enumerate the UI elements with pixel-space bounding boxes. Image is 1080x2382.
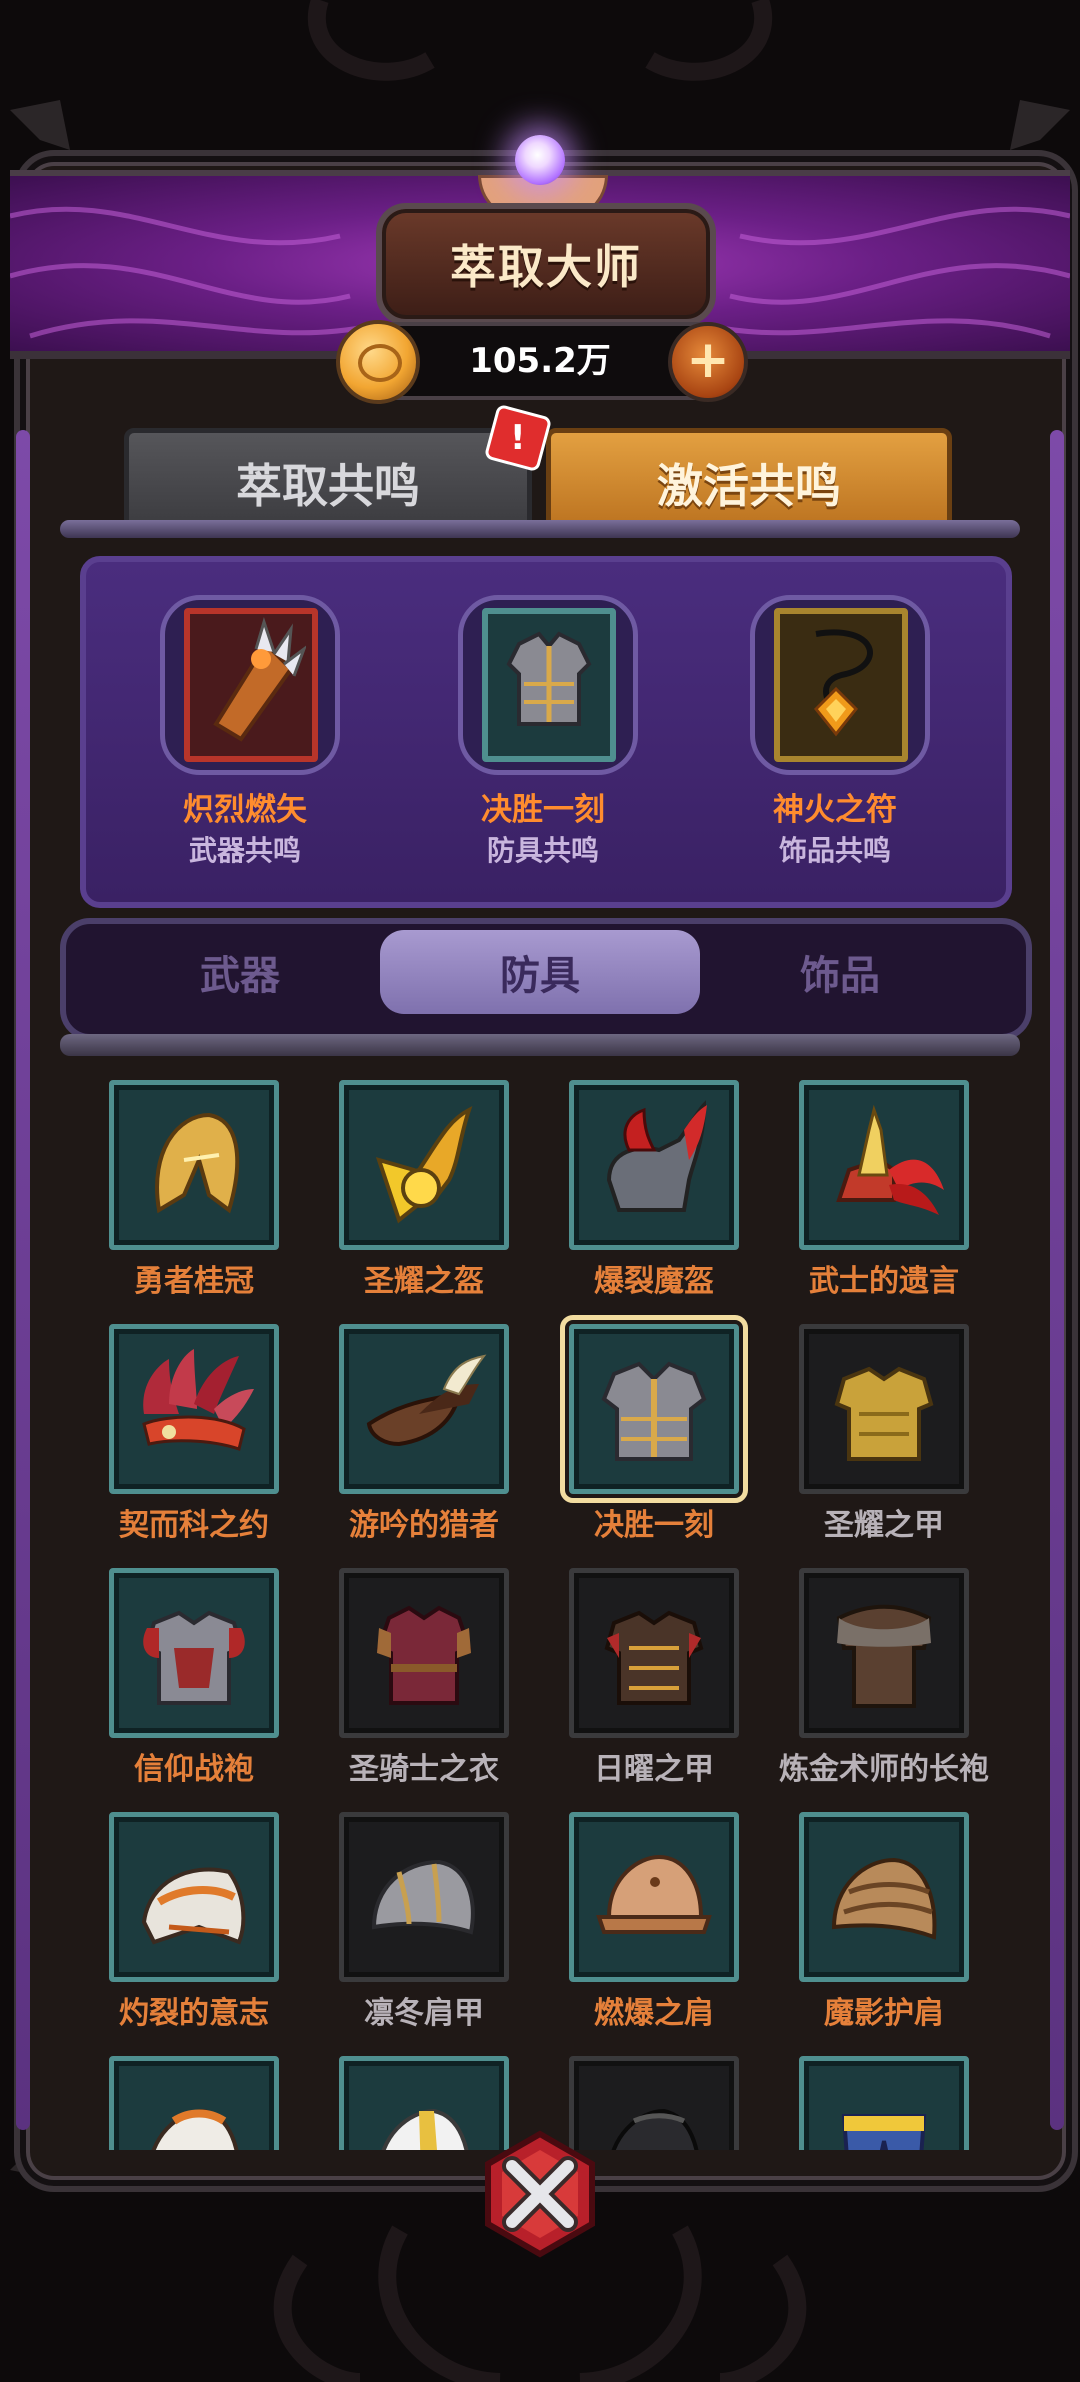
breastplate-icon [506, 631, 592, 726]
golden-helmet-icon [155, 1112, 240, 1214]
resonance-type: 饰品共鸣 [778, 834, 891, 867]
sun-armor-icon [604, 1610, 704, 1705]
resonance-slot-armor[interactable]: 决胜一刻 防具共鸣 [428, 580, 658, 869]
winter-pauldron-icon [371, 1859, 475, 1935]
item-slot[interactable]: 炼金术师的长袍 [769, 1568, 999, 1788]
resonance-slot-weapon[interactable]: 炽烈燃矢 武器共鸣 [130, 580, 360, 869]
tab-armor[interactable]: 防具 [380, 930, 700, 1014]
item-name: 炼金术师的长袍 [779, 1752, 989, 1787]
red-armor-icon [143, 1610, 245, 1705]
item-name: 凛冬肩甲 [364, 1996, 484, 2031]
add-currency-button[interactable]: + [668, 322, 748, 402]
item-slot[interactable]: 契而科之约 [79, 1324, 309, 1544]
resonance-name: 决胜一刻 [481, 792, 605, 828]
item-slot[interactable]: 信仰战袍 [79, 1568, 309, 1788]
page-title: 萃取大师 [450, 240, 642, 294]
resonance-slot-accessory[interactable]: 神火之符 饰品共鸣 [720, 580, 950, 869]
item-slot[interactable]: 灼裂的意志 [79, 1812, 309, 2032]
item-slot-selected[interactable]: 决胜一刻 [539, 1315, 769, 1544]
resonance-type: 防具共鸣 [486, 834, 599, 867]
samurai-helmet-icon [836, 1104, 944, 1215]
item-name: 圣耀之甲 [824, 1508, 944, 1543]
gold-coin-icon [336, 320, 420, 404]
item-grid: 勇者桂冠 圣耀之盔 爆裂魔盔 武士的遗言 契而科之约 游吟的猎者 决胜一刻 圣耀… [50, 1060, 1030, 2150]
flame-pauldron-icon [141, 1867, 246, 1945]
item-slot[interactable]: 游吟的猎者 [309, 1324, 539, 1544]
pants-icon [841, 2114, 927, 2150]
item-slot[interactable]: 勇者桂冠 [79, 1080, 309, 1300]
tab-divider [60, 520, 1020, 538]
item-slot[interactable]: 圣耀之甲 [769, 1324, 999, 1544]
shadow-pauldron-icon [831, 1857, 937, 1940]
paladin-tunic-icon [376, 1605, 472, 1705]
tab-weapons[interactable]: 武器 [120, 930, 360, 1014]
demon-helmet-icon [606, 1100, 707, 1212]
title-plaque: 萃取大师 [376, 203, 716, 325]
item-name: 决胜一刻 [594, 1508, 714, 1543]
resonance-name: 炽烈燃矢 [183, 792, 307, 828]
item-name: 勇者桂冠 [134, 1264, 254, 1299]
frame-right-trim [1050, 430, 1064, 2130]
resonance-type: 武器共鸣 [188, 834, 301, 867]
item-slot[interactable]: 圣耀之盔 [309, 1080, 539, 1300]
silver-pauldron-icon [381, 2108, 469, 2150]
item-slot[interactable] [769, 2056, 999, 2150]
amulet-icon [813, 629, 873, 737]
item-name: 游吟的猎者 [349, 1508, 499, 1543]
item-name: 魔影护肩 [824, 1996, 944, 2031]
exclamation-icon: ! [510, 417, 526, 458]
item-name: 爆裂魔盔 [594, 1264, 714, 1299]
currency-amount: 105.2万 [469, 341, 611, 381]
hunter-hat-icon [366, 1354, 487, 1447]
item-name: 圣骑士之衣 [349, 1752, 499, 1787]
item-name: 武士的遗言 [809, 1264, 959, 1299]
item-name: 信仰战袍 [134, 1752, 254, 1787]
resonance-name: 神火之符 [773, 792, 897, 828]
item-slot[interactable]: 日曜之甲 [539, 1568, 769, 1788]
category-divider [60, 1034, 1020, 1056]
plus-icon: + [686, 330, 730, 390]
magic-orb-icon [515, 135, 565, 185]
item-name: 日曜之甲 [594, 1752, 714, 1787]
copper-pauldron-icon [596, 1854, 712, 1934]
item-name: 契而科之约 [119, 1508, 269, 1543]
winged-helmet-icon [375, 1106, 473, 1224]
close-button[interactable] [476, 2130, 604, 2258]
feather-headdress-icon [142, 1349, 254, 1451]
frame-left-trim [16, 430, 30, 2130]
item-slot[interactable]: 燃爆之肩 [539, 1812, 769, 2032]
tab-accessories[interactable]: 饰品 [720, 930, 960, 1014]
black-pauldron-icon [611, 2108, 699, 2150]
item-slot[interactable]: 凛冬肩甲 [309, 1812, 539, 2032]
item-slot[interactable] [79, 2056, 309, 2150]
item-slot[interactable]: 爆裂魔盔 [539, 1080, 769, 1300]
burning-bracer-icon [213, 617, 308, 742]
item-name: 圣耀之盔 [364, 1264, 484, 1299]
item-name: 燃爆之肩 [594, 1996, 714, 2031]
item-slot[interactable]: 魔影护肩 [769, 1812, 999, 2032]
golden-armor-icon [834, 1366, 934, 1461]
item-slot[interactable]: 武士的遗言 [769, 1080, 999, 1300]
breastplate-icon [601, 1361, 707, 1461]
item-name: 灼裂的意志 [119, 1996, 269, 2031]
item-slot[interactable]: 圣骑士之衣 [309, 1568, 539, 1788]
alchemist-robe-icon [836, 1604, 932, 1708]
white-pauldron-icon [151, 2108, 239, 2150]
